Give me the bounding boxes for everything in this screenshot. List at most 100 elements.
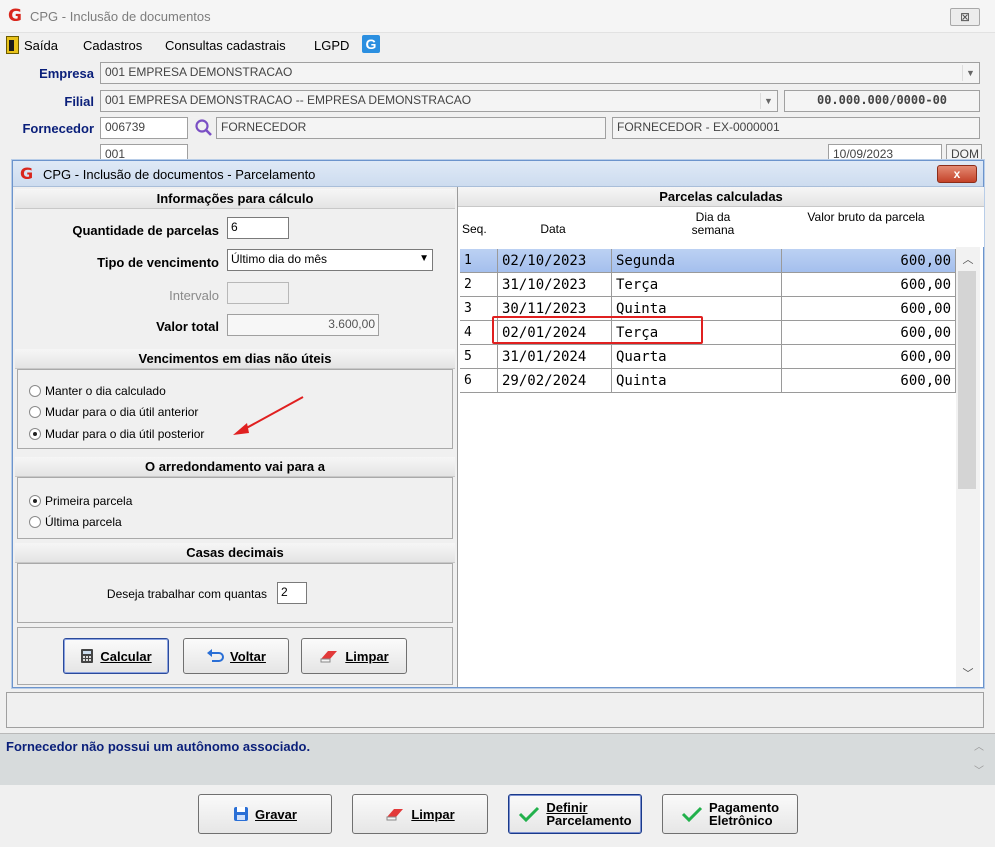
status-scrollbar[interactable]: ︿ ﹀ [968, 736, 992, 782]
cell-valor: 600,00 [782, 321, 956, 345]
main-menu-bar: Saída Cadastros Consultas cadastrais LGP… [0, 33, 995, 57]
save-disk-icon [234, 807, 249, 821]
valor-total-label: Valor total [156, 319, 219, 334]
col-header-seq[interactable]: Seq. [462, 223, 492, 236]
limpar-main-label: Limpar [411, 806, 455, 822]
radio-ultima-parcela[interactable]: Última parcela [29, 515, 122, 529]
cell-seq: 1 [460, 249, 498, 273]
table-vertical-scrollbar[interactable]: ︿ ﹀ [956, 247, 980, 687]
parcelas-table-title: Parcelas calculadas [458, 187, 984, 207]
col-header-data[interactable]: Data [498, 223, 608, 236]
cell-seq: 2 [460, 273, 498, 297]
radio-primeira-parcela[interactable]: Primeira parcela [29, 494, 132, 508]
table-row[interactable]: 1 02/10/2023 Segunda 600,00 [460, 249, 956, 273]
dialog-close-button[interactable]: x [937, 165, 977, 183]
radio-circle[interactable] [29, 495, 41, 507]
undo-arrow-icon [207, 649, 225, 662]
table-row[interactable]: 2 31/10/2023 Terça 600,00 [460, 273, 956, 297]
calcular-button[interactable]: Calcular [63, 638, 169, 674]
chevron-down-icon[interactable]: ▼ [419, 253, 429, 264]
radio-circle[interactable] [29, 406, 41, 418]
search-icon[interactable] [194, 118, 214, 138]
parcelamento-dialog: G CPG - Inclusão de documentos - Parcela… [12, 160, 984, 688]
menu-cadastros[interactable]: Cadastros [83, 38, 142, 53]
cell-dia: Quinta [612, 369, 782, 393]
table-row[interactable]: 5 31/01/2024 Quarta 600,00 [460, 345, 956, 369]
fornecedor-name-field: FORNECEDOR [216, 117, 606, 139]
main-window-title: CPG - Inclusão de documentos [30, 9, 211, 24]
scroll-thumb[interactable] [958, 271, 976, 489]
scroll-down-icon[interactable]: ﹀ [956, 665, 980, 681]
filial-value: 001 EMPRESA DEMONSTRACAO -- EMPRESA DEMO… [105, 93, 472, 107]
pagamento-eletronico-button[interactable]: Pagamento Eletrônico [662, 794, 798, 834]
dialog-title: CPG - Inclusão de documentos - Parcelame… [43, 167, 316, 182]
app-logo-icon: G [8, 6, 22, 26]
arredondamento-section-header: O arredondamento vai para a [15, 457, 455, 477]
definir-line2: Parcelamento [546, 813, 632, 828]
empresa-label: Empresa [39, 66, 94, 81]
cell-valor: 600,00 [782, 273, 956, 297]
cell-dia: Terça [612, 273, 782, 297]
gestor-logo-icon[interactable]: G [362, 35, 380, 53]
radio-dia-util-posterior[interactable]: Mudar para o dia útil posterior [29, 427, 204, 441]
info-section-header: Informações para cálculo [15, 189, 455, 209]
date-input[interactable]: 10/09/2023 [828, 144, 942, 160]
radio-manter-dia[interactable]: Manter o dia calculado [29, 384, 166, 398]
radio-label: Mudar para o dia útil anterior [45, 405, 199, 419]
cell-data: 29/02/2024 [498, 369, 612, 393]
dialog-titlebar: G CPG - Inclusão de documentos - Parcela… [13, 161, 983, 187]
col-header-dia-line1: Dia da [695, 210, 731, 224]
checkmark-icon [681, 806, 703, 823]
intervalo-input[interactable] [227, 282, 289, 304]
col-header-dia[interactable]: Dia da semana [648, 211, 778, 237]
limpar-dialog-button[interactable]: Limpar [301, 638, 407, 674]
definir-parcelamento-button[interactable]: Definir Parcelamento [508, 794, 642, 834]
menu-consultas-cadastrais[interactable]: Consultas cadastrais [165, 38, 286, 53]
parcelas-table: Parcelas calculadas Seq. Data Dia da sema… [457, 187, 984, 687]
voltar-button[interactable]: Voltar [183, 638, 289, 674]
table-header-row: Seq. Data Dia da semana Valor bruto da pa… [458, 207, 984, 247]
col-header-valor[interactable]: Valor bruto da parcela [776, 211, 956, 224]
menu-saida[interactable]: Saída [24, 38, 58, 53]
casas-decimais-input[interactable]: 2 [277, 582, 307, 604]
radio-circle[interactable] [29, 385, 41, 397]
radio-dia-util-anterior[interactable]: Mudar para o dia útil anterior [29, 405, 198, 419]
chevron-down-icon[interactable]: ▼ [760, 93, 776, 109]
weekday-field: DOM [946, 144, 982, 160]
eraser-icon [320, 651, 338, 663]
arredondamento-group [17, 477, 453, 539]
cell-data: 31/10/2023 [498, 273, 612, 297]
pagamento-line2: Eletrônico [708, 813, 773, 828]
filial-field[interactable]: 001 EMPRESA DEMONSTRACAO -- EMPRESA DEMO… [100, 90, 778, 112]
status-message: Fornecedor não possui um autônomo associ… [6, 739, 311, 754]
limpar-main-button[interactable]: Limpar [352, 794, 488, 834]
table-row[interactable]: 6 29/02/2024 Quinta 600,00 [460, 369, 956, 393]
tipo-vencimento-select[interactable]: Último dia do mês ▼ [227, 249, 433, 271]
main-close-button[interactable]: ⊠ [950, 8, 980, 26]
qtd-parcelas-input[interactable]: 6 [227, 217, 289, 239]
chevron-down-icon[interactable]: ▼ [962, 65, 978, 81]
radio-circle[interactable] [29, 428, 41, 440]
empresa-value: 001 EMPRESA DEMONSTRACAO [105, 65, 293, 79]
empresa-field[interactable]: 001 EMPRESA DEMONSTRACAO ▼ [100, 62, 980, 84]
menu-lgpd[interactable]: LGPD [314, 38, 349, 53]
fornecedor-code-input[interactable]: 006739 [100, 117, 188, 139]
fornecedor-label: Fornecedor [22, 121, 94, 136]
serie-input[interactable]: 001 [100, 144, 188, 160]
red-highlight-annotation [492, 316, 703, 344]
checkmark-icon [519, 806, 540, 823]
exit-door-icon [6, 36, 19, 54]
scroll-up-icon[interactable]: ︿ [956, 251, 980, 267]
main-titlebar: G CPG - Inclusão de documentos ⊠ [0, 0, 995, 33]
gravar-button[interactable]: Gravar [198, 794, 332, 834]
fornecedor-desc-field: FORNECEDOR - EX-0000001 [612, 117, 980, 139]
vencimentos-section-header: Vencimentos em dias não úteis [15, 349, 455, 369]
voltar-label: Voltar [230, 648, 266, 664]
eraser-icon [386, 809, 404, 821]
cell-seq: 5 [460, 345, 498, 369]
valor-total-field: 3.600,00 [227, 314, 379, 336]
tipo-vencimento-label: Tipo de vencimento [97, 255, 219, 270]
gravar-label: Gravar [255, 806, 297, 822]
radio-circle[interactable] [29, 516, 41, 528]
red-arrow-annotation-icon [233, 396, 304, 435]
